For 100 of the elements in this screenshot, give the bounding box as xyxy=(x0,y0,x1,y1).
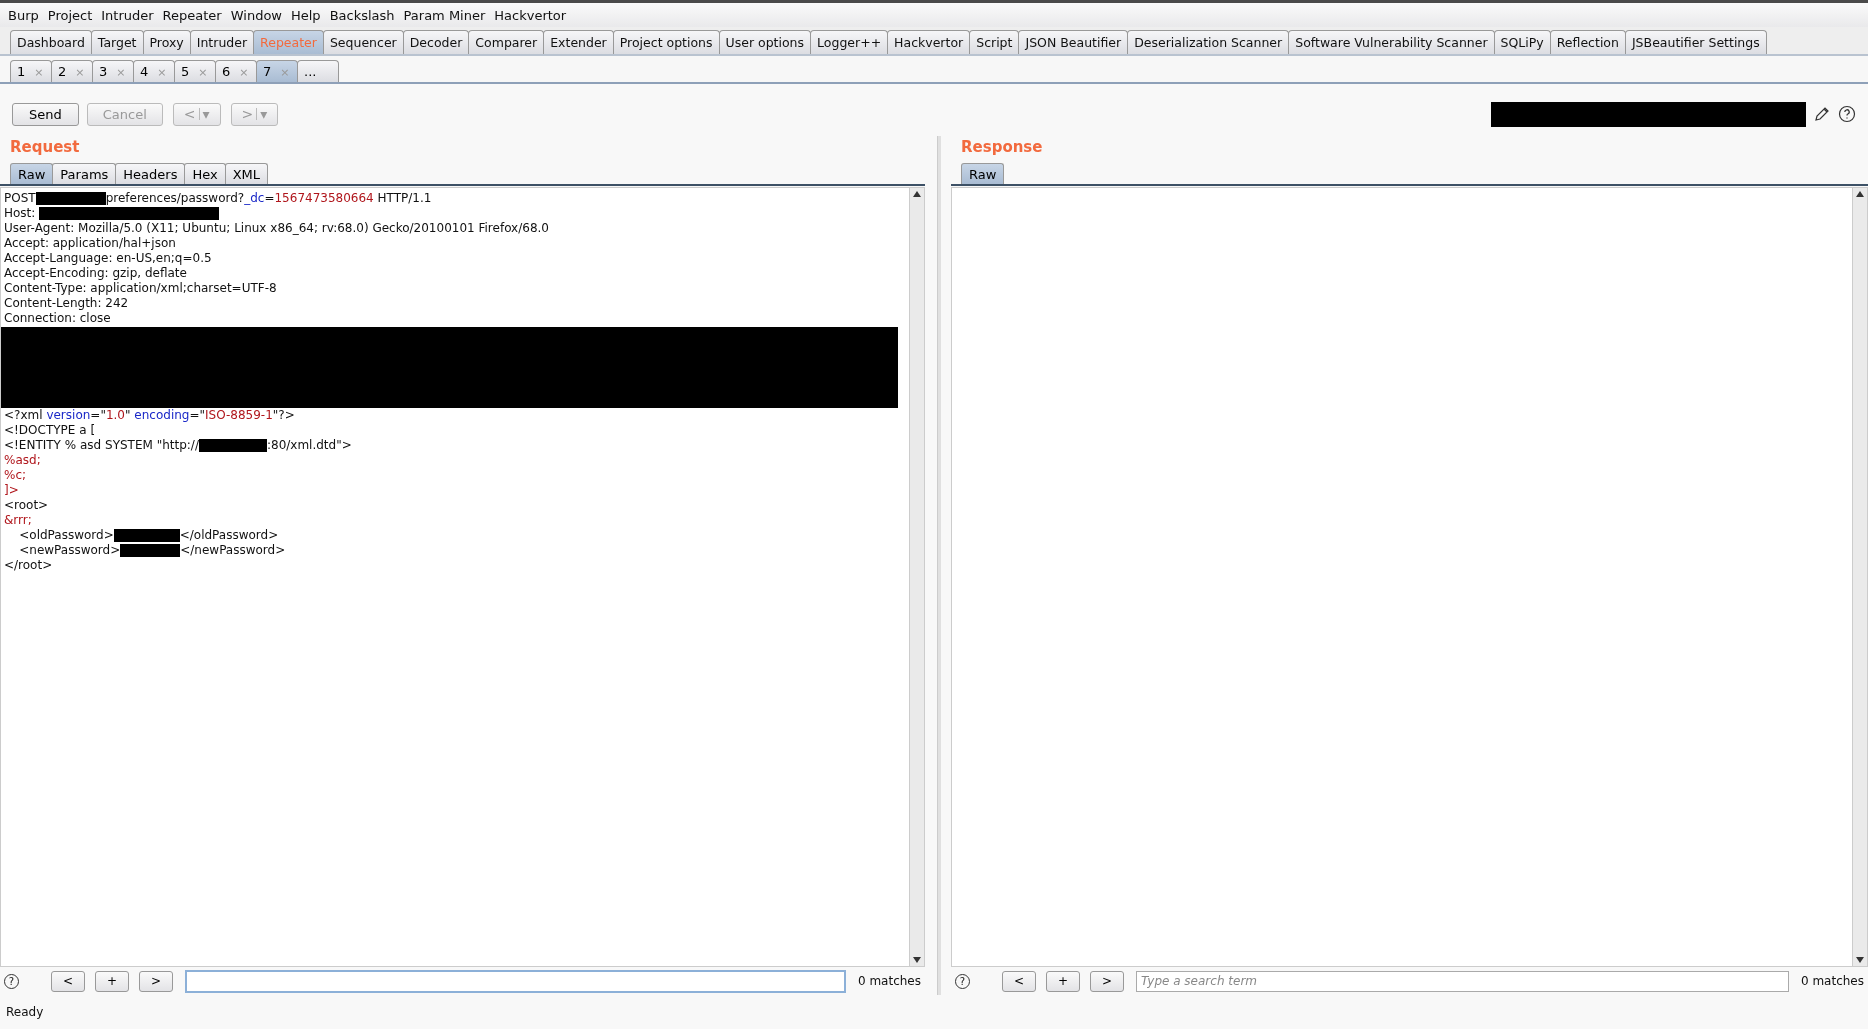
menu-item[interactable]: Intruder xyxy=(101,7,154,23)
main-tab[interactable]: Sequencer xyxy=(322,30,404,54)
code-text: =" xyxy=(189,408,206,423)
request-tab[interactable]: 5 × xyxy=(174,60,216,82)
editor-tab[interactable]: XML xyxy=(224,163,269,184)
scroll-up-icon[interactable] xyxy=(1856,191,1864,197)
next-button[interactable]: > xyxy=(1090,970,1124,992)
code-text: %c; xyxy=(4,468,27,483)
request-tab[interactable]: 7 × xyxy=(256,60,298,82)
menu-item[interactable]: Burp xyxy=(8,7,39,23)
request-tab[interactable]: 4 × xyxy=(133,60,175,82)
code-text: POST xyxy=(4,191,36,206)
code-text: User-Agent: Mozilla/5.0 (X11; Ubuntu; Linux x86_64; rv:68.0) Gecko/20100101 Firefox/68.0 xyxy=(4,221,549,236)
main-tab[interactable]: Target xyxy=(90,30,144,54)
menu-item[interactable]: Window xyxy=(230,7,282,23)
redaction-bar xyxy=(113,529,180,542)
code-text: preferences/password? xyxy=(105,191,245,206)
code-text: = xyxy=(264,191,275,206)
code-text: _dc xyxy=(244,191,265,206)
scrollbar[interactable] xyxy=(909,188,924,966)
code-text: 1.0 xyxy=(105,408,125,423)
menu-item[interactable]: Project xyxy=(47,7,93,23)
code-text: <oldPassword> xyxy=(18,528,114,543)
main-tab[interactable]: User options xyxy=(718,30,812,54)
status-text: Ready xyxy=(5,1004,45,1021)
search-field[interactable]: Type a search term xyxy=(1136,970,1789,992)
help-icon[interactable] xyxy=(1838,105,1856,123)
main-tab[interactable]: Reflection xyxy=(1549,30,1626,54)
editor-tab[interactable]: Headers xyxy=(115,163,186,184)
code-text: &rrr; xyxy=(4,513,32,528)
code-text: "?> xyxy=(272,408,295,423)
send-button[interactable]: Send xyxy=(12,102,79,126)
editor-tab[interactable]: Hex xyxy=(184,163,226,184)
next-button[interactable]: > xyxy=(139,970,173,992)
code-text: </root> xyxy=(4,558,53,573)
main-tab[interactable]: Dashboard xyxy=(10,30,92,54)
code-text: Accept-Language: en-US,en;q=0.5 xyxy=(4,251,212,266)
code-text: encoding xyxy=(134,408,190,423)
code-text: ISO-8859-1 xyxy=(205,408,273,423)
code-text: :80/xml.dtd"> xyxy=(266,438,352,453)
panel-title: Response xyxy=(960,137,1044,158)
main-tab[interactable]: Proxy xyxy=(142,30,191,54)
code-text: Accept: application/hal+json xyxy=(4,236,176,251)
editor-tab[interactable]: Raw xyxy=(961,163,1005,184)
request-tab[interactable]: 1 × xyxy=(10,60,52,82)
menu-item[interactable]: Help xyxy=(291,7,321,23)
scroll-up-icon[interactable] xyxy=(913,191,921,197)
previous-button[interactable]: < xyxy=(51,970,85,992)
menu-item[interactable]: Backslash xyxy=(329,7,395,23)
code-text: ]> xyxy=(4,483,19,498)
code-text: <newPassword> xyxy=(18,543,121,558)
match-count: 0 matches xyxy=(857,974,921,988)
main-tab[interactable]: Comparer xyxy=(468,30,545,54)
main-tab[interactable]: JSBeautifier Settings xyxy=(1624,30,1767,54)
menu-item[interactable]: Hackvertor xyxy=(494,7,567,23)
menu-item[interactable]: Param Miner xyxy=(403,7,486,23)
request-tab[interactable]: ... xyxy=(297,60,339,82)
code-text: <root> xyxy=(4,498,49,513)
previous-button[interactable]: < xyxy=(1002,970,1036,992)
main-tab[interactable]: Logger++ xyxy=(810,30,889,54)
panel-title: Request xyxy=(9,137,81,158)
code-text: Accept-Encoding: gzip, deflate xyxy=(4,266,187,281)
code-text: Connection: close xyxy=(4,311,111,326)
main-tab[interactable]: Extender xyxy=(543,30,614,54)
menu-item[interactable]: Repeater xyxy=(162,7,222,23)
code-text: </newPassword> xyxy=(180,543,286,558)
add-button[interactable]: + xyxy=(1046,970,1080,992)
main-tab[interactable]: Deserialization Scanner xyxy=(1127,30,1290,54)
code-text: <!DOCTYPE a [ xyxy=(4,423,96,438)
search-field[interactable] xyxy=(185,969,846,993)
request-tab[interactable]: 2 × xyxy=(51,60,93,82)
add-button[interactable]: + xyxy=(95,970,129,992)
code-text: Content-Type: application/xml;charset=UTF-8 xyxy=(4,281,277,296)
main-tab[interactable]: Intruder xyxy=(189,30,255,54)
redaction-bar xyxy=(198,439,267,452)
main-tab[interactable]: Decoder xyxy=(402,30,470,54)
code-text: HTTP/1.1 xyxy=(376,191,432,206)
main-tab[interactable]: Hackvertor xyxy=(887,30,971,54)
code-text: version xyxy=(46,408,91,423)
main-tab[interactable]: Software Vulnerability Scanner xyxy=(1288,30,1495,54)
code-text: </oldPassword> xyxy=(179,528,279,543)
request-tab[interactable]: 6 × xyxy=(215,60,257,82)
request-tab[interactable]: 3 × xyxy=(92,60,134,82)
code-text: Host: xyxy=(4,206,37,221)
code-text: <?xml xyxy=(4,408,44,423)
editor-tab[interactable]: Params xyxy=(52,163,117,184)
editor-tab[interactable]: Raw xyxy=(10,163,54,184)
main-tab[interactable]: Script xyxy=(969,30,1020,54)
scroll-down-icon[interactable] xyxy=(1856,957,1864,963)
code-text: 1567473580664 xyxy=(274,191,374,206)
main-tab[interactable]: SQLiPy xyxy=(1493,30,1551,54)
scrollbar[interactable] xyxy=(1852,188,1867,966)
main-tab[interactable]: Project options xyxy=(612,30,720,54)
code-text: =" xyxy=(90,408,106,423)
match-count: 0 matches xyxy=(1800,974,1864,988)
code-text: Content-Length: 242 xyxy=(4,296,129,311)
pencil-icon[interactable] xyxy=(1814,106,1830,122)
main-tab[interactable]: JSON Beautifier xyxy=(1018,30,1129,54)
code-text: %asd; xyxy=(4,453,41,468)
scroll-down-icon[interactable] xyxy=(913,957,921,963)
